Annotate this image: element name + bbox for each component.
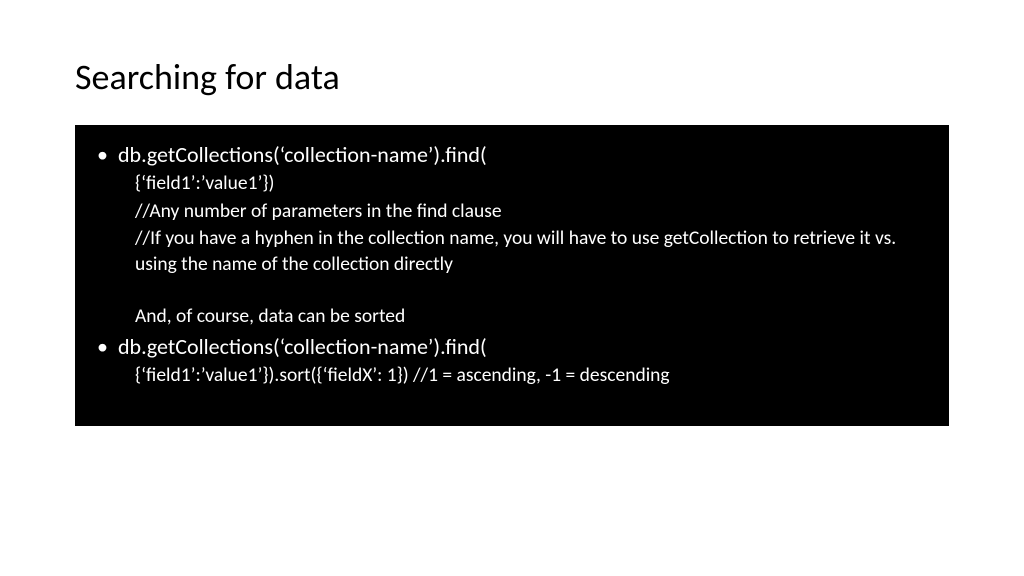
bullet-dot-icon: • [97,334,108,360]
bullet-head: db.getCollections(‘collection-name’).fin… [118,333,487,360]
bullet-item: • db.getCollections(‘collection-name’).f… [97,333,927,360]
bullet-dot-icon: • [97,142,108,168]
sub-line: {‘field1’:’value1’}).sort({‘fieldX’: 1})… [135,362,927,388]
sub-line: //If you have a hyphen in the collection… [135,225,927,278]
bullet-head: db.getCollections(‘collection-name’).fin… [118,141,487,168]
sub-line: {‘field1’:’value1’}) [135,170,927,196]
sub-lines: {‘field1’:’value1’}).sort({‘fieldX’: 1})… [97,362,927,388]
slide-title: Searching for data [75,55,949,99]
slide-container: Searching for data • db.getCollections(‘… [0,0,1024,576]
blank-line [135,279,927,303]
bullet-item: • db.getCollections(‘collection-name’).f… [97,141,927,168]
sub-line: //Any number of parameters in the find c… [135,198,927,224]
content-box: • db.getCollections(‘collection-name’).f… [75,125,949,426]
sub-lines: {‘field1’:’value1’}) //Any number of par… [97,170,927,329]
sub-line: And, of course, data can be sorted [135,303,927,329]
